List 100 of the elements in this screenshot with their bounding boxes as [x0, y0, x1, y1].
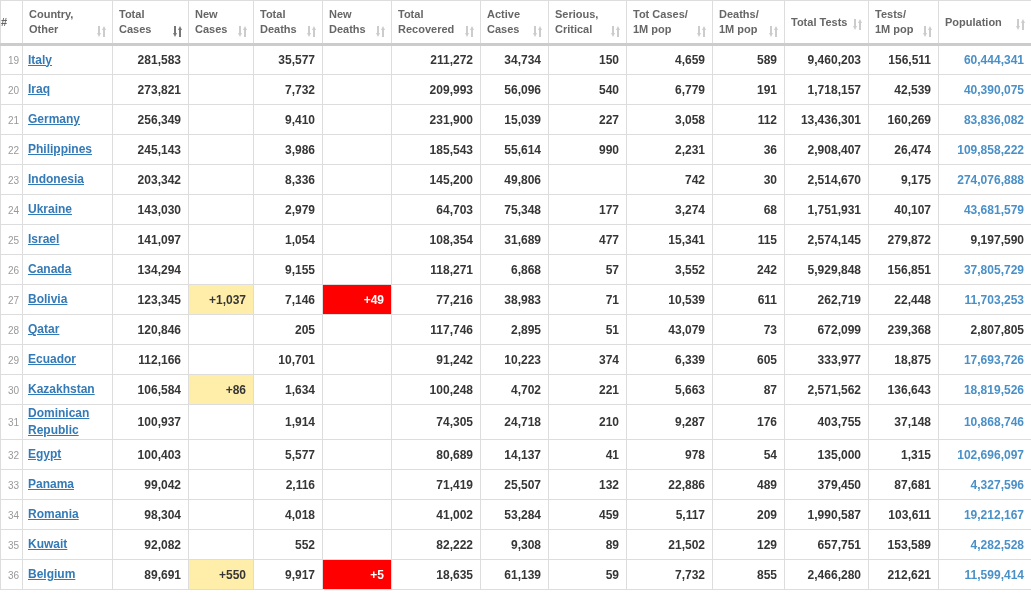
number-value: 41: [605, 447, 619, 462]
number-value: 156,851: [887, 262, 931, 277]
sort-icon: [923, 26, 932, 37]
number-value: 855: [756, 567, 777, 582]
number-value: 459: [598, 507, 619, 522]
number-value: 143,030: [137, 202, 181, 217]
new-cases-cell: +550: [188, 559, 254, 590]
header-label: Tot Cases/ 1M pop: [633, 7, 689, 37]
rank-number: 34: [8, 509, 20, 521]
number-value: 3,274: [674, 202, 705, 217]
number-value: 22,886: [668, 477, 705, 492]
number-value: 2,231: [674, 142, 705, 157]
rank-number: 36: [8, 569, 20, 581]
number-value: 43,079: [668, 322, 705, 337]
number-value: 22,448: [894, 292, 931, 307]
header-label: Total Deaths: [260, 7, 298, 37]
number-value: 5,929,848: [807, 262, 861, 277]
new-cases-cell: +86: [188, 374, 254, 405]
header-label: Deaths/ 1M pop: [719, 7, 760, 37]
number-value: 53,284: [504, 507, 541, 522]
rank-number: 22: [8, 144, 20, 156]
number-value: 212,621: [887, 567, 931, 582]
sort-icon: [465, 26, 474, 37]
rank-number: 21: [8, 114, 20, 126]
column-header[interactable]: Total Tests: [784, 0, 869, 45]
number-value: 160,269: [887, 112, 931, 127]
number-value: 5,577: [284, 447, 315, 462]
rank-number: 24: [8, 204, 20, 216]
number-value: 9,410: [284, 112, 315, 127]
number-value: 1,054: [284, 232, 315, 247]
number-value: 1,315: [900, 447, 931, 462]
rank-number: 35: [8, 539, 20, 551]
number-value: 10,539: [668, 292, 705, 307]
number-value: 100,403: [137, 447, 181, 462]
number-value: 129: [756, 537, 777, 552]
header-label: Total Recovered: [398, 7, 456, 37]
number-value: 9,460,203: [807, 53, 861, 67]
column-header[interactable]: Population: [938, 0, 1031, 45]
rank-number: 19: [8, 55, 20, 66]
number-value: 185,543: [429, 142, 473, 157]
number-value: 15,039: [504, 112, 541, 127]
number-value: 132: [598, 477, 619, 492]
number-value: 333,977: [817, 352, 861, 367]
sort-icon: [533, 26, 542, 37]
column-header[interactable]: Serious, Critical: [548, 0, 627, 45]
number-value: 55,614: [504, 142, 541, 157]
column-header[interactable]: Active Cases: [480, 0, 549, 45]
number-value: 489: [756, 477, 777, 492]
new-deaths-cell: +49: [322, 284, 392, 315]
number-value: 2,514,670: [807, 172, 861, 187]
header-label: New Cases: [195, 7, 229, 37]
header-label: New Deaths: [329, 7, 367, 37]
column-header[interactable]: New Deaths: [322, 0, 392, 45]
rank-number: 32: [8, 449, 20, 461]
number-value: 10,223: [504, 352, 541, 367]
number-value: 30: [763, 172, 777, 187]
number-value: 98,304: [144, 507, 181, 522]
population-value: 9,197,590: [970, 232, 1024, 247]
number-value: 211,272: [430, 53, 473, 67]
column-header[interactable]: New Cases: [188, 0, 254, 45]
number-value: 3,986: [284, 142, 315, 157]
number-value: 203,342: [137, 172, 181, 187]
header-label: Total Tests: [791, 14, 848, 30]
sort-icon: [173, 26, 182, 37]
number-value: 34,734: [504, 53, 541, 67]
column-header[interactable]: Total Cases: [112, 0, 189, 45]
number-value: 379,450: [817, 477, 861, 492]
header-label: Tests/ 1M pop: [875, 7, 915, 37]
number-value: 209: [756, 507, 777, 522]
number-value: 120,846: [137, 322, 181, 337]
number-value: 209,993: [429, 82, 473, 97]
sort-icon: [376, 26, 385, 37]
number-value: 1,751,931: [807, 202, 861, 217]
number-value: 540: [598, 82, 619, 97]
column-header[interactable]: Total Recovered: [391, 0, 481, 45]
number-value: 71: [605, 292, 619, 307]
number-value: 26,474: [894, 142, 931, 157]
number-value: 8,336: [284, 172, 315, 187]
number-value: 9,155: [284, 262, 315, 277]
number-value: 89: [605, 537, 619, 552]
number-value: 41,002: [436, 507, 473, 522]
number-value: 990: [598, 142, 619, 157]
number-value: 73: [763, 322, 777, 337]
header-label: Population: [945, 14, 1002, 30]
rank-number: 28: [8, 324, 20, 336]
number-value: 281,583: [137, 53, 181, 67]
number-value: 74,305: [436, 415, 473, 429]
number-value: 1,914: [284, 415, 315, 429]
number-value: 51: [605, 322, 619, 337]
column-header[interactable]: Tot Cases/ 1M pop: [626, 0, 713, 45]
column-header[interactable]: Tests/ 1M pop: [868, 0, 939, 45]
number-value: 31,689: [504, 232, 541, 247]
number-value: 92,082: [144, 537, 181, 552]
number-value: 5,663: [674, 382, 705, 397]
number-value: 91,242: [436, 352, 473, 367]
column-header[interactable]: Total Deaths: [253, 0, 323, 45]
column-header[interactable]: Country, Other: [22, 0, 113, 45]
number-value: 273,821: [137, 82, 181, 97]
number-value: 672,099: [817, 322, 861, 337]
column-header[interactable]: Deaths/ 1M pop: [712, 0, 785, 45]
